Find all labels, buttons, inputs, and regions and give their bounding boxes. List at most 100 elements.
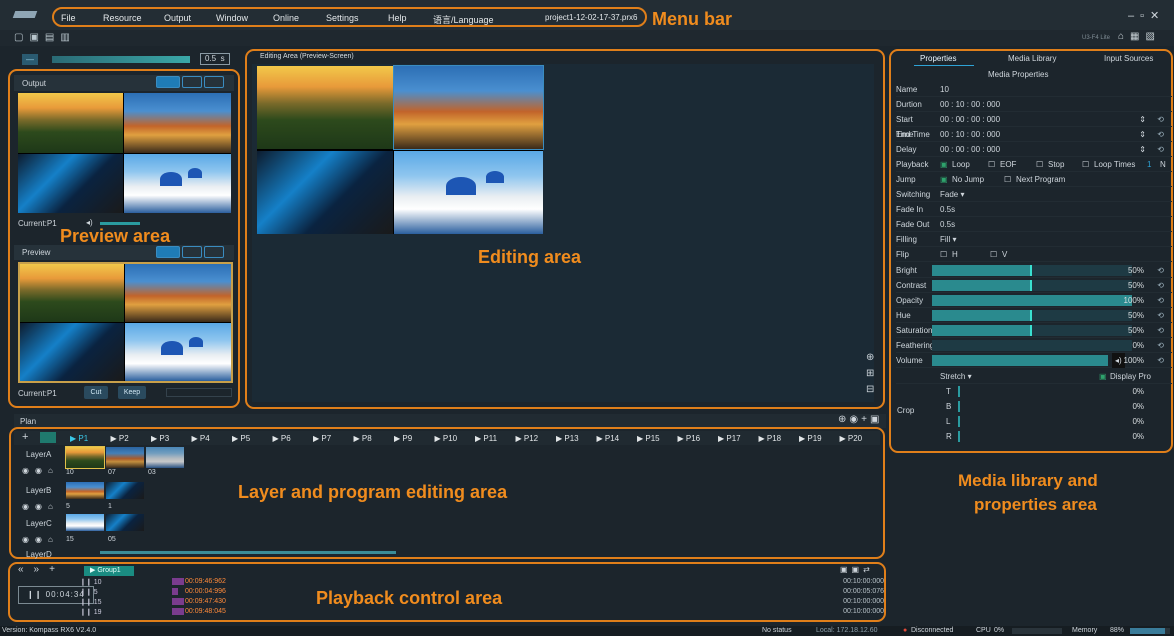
end-spin-icon[interactable]: ⇕: [1139, 127, 1146, 142]
keep-button[interactable]: Keep: [118, 386, 146, 399]
save-icon[interactable]: ▤: [45, 32, 60, 43]
stop-checkbox[interactable]: ☐: [1036, 157, 1043, 172]
flip-v-checkbox[interactable]: ☐: [990, 247, 997, 262]
program-tab-p11[interactable]: ▶ P11: [475, 433, 497, 445]
program-tab-p18[interactable]: ▶ P18: [759, 433, 782, 445]
opacity-reset-icon[interactable]: ⟲: [1157, 293, 1164, 308]
screen-icon[interactable]: ▧: [1146, 31, 1161, 42]
crosshair-icon[interactable]: ⊕: [866, 352, 874, 363]
loop-checkbox[interactable]: ▣: [940, 157, 948, 172]
program-tab-p7[interactable]: ▶ P7: [313, 433, 331, 445]
preview-view-split-button[interactable]: [182, 246, 202, 258]
playback-nav-icons[interactable]: «»+: [18, 564, 65, 575]
bright-reset-icon[interactable]: ⟲: [1157, 263, 1164, 278]
preview-view-multi-button[interactable]: [204, 246, 224, 258]
program-tab-p3[interactable]: ▶ P3: [151, 433, 169, 445]
end-reset-icon[interactable]: ⟲: [1157, 127, 1164, 142]
saturation-reset-icon[interactable]: ⟲: [1157, 323, 1164, 338]
loop-times-value[interactable]: 1: [1147, 157, 1151, 172]
transition-minus-button[interactable]: —: [22, 54, 38, 65]
print-icon[interactable]: ▥: [60, 32, 75, 43]
eof-checkbox[interactable]: ☐: [988, 157, 995, 172]
program-tab-p17[interactable]: ▶ P17: [718, 433, 741, 445]
prop-name-value[interactable]: 10: [940, 82, 949, 97]
zoom-in-icon[interactable]: ⊞: [866, 368, 874, 379]
feathering-slider[interactable]: [932, 340, 1132, 351]
layer-c-thumb-2[interactable]: [106, 514, 144, 531]
start-reset-icon[interactable]: ⟲: [1157, 112, 1164, 127]
prop-delay-value[interactable]: 00 : 00 : 00 : 000: [940, 142, 1000, 157]
minimize-icon[interactable]: –: [1128, 10, 1140, 22]
cut-button[interactable]: Cut: [84, 386, 108, 399]
contrast-slider[interactable]: [932, 280, 1132, 291]
program-tab-p9[interactable]: ▶ P9: [394, 433, 412, 445]
layer-b-thumb-2[interactable]: [106, 482, 144, 499]
program-tab-p14[interactable]: ▶ P14: [597, 433, 620, 445]
lock-icon[interactable]: ⌂: [1118, 31, 1130, 42]
layer-b-controls[interactable]: ◉◉⌂: [22, 502, 59, 511]
saturation-slider[interactable]: [932, 325, 1132, 336]
filling-select[interactable]: Fill ▾: [940, 232, 956, 247]
layer-a-controls[interactable]: ◉◉⌂: [22, 466, 59, 475]
program-grid-button[interactable]: [40, 432, 56, 443]
program-tab-p19[interactable]: ▶ P19: [799, 433, 822, 445]
program-tab-p16[interactable]: ▶ P16: [678, 433, 701, 445]
zoom-out-icon[interactable]: ⊟: [866, 384, 874, 395]
crop-slider[interactable]: [958, 386, 960, 397]
tab-media-library[interactable]: Media Library: [1008, 54, 1056, 63]
layer-b-thumb-1[interactable]: [66, 482, 104, 499]
fade-out-value[interactable]: 0.5s: [940, 217, 955, 232]
output-view-multi-button[interactable]: [204, 76, 224, 88]
output-view-single-button[interactable]: [156, 76, 180, 88]
new-icon[interactable]: ▢: [14, 32, 29, 43]
stretch-select[interactable]: Stretch ▾: [940, 369, 972, 384]
layer-a-thumb-3[interactable]: [146, 447, 184, 468]
delay-spin-icon[interactable]: ⇕: [1139, 142, 1146, 157]
tab-properties[interactable]: Properties: [920, 54, 956, 63]
program-tab-p5[interactable]: ▶ P5: [232, 433, 250, 445]
opacity-slider[interactable]: [932, 295, 1132, 306]
program-tab-p1[interactable]: ▶ P1: [70, 433, 88, 445]
open-icon[interactable]: ▣: [29, 32, 44, 43]
layer-c-controls[interactable]: ◉◉⌂: [22, 535, 59, 544]
output-view-split-button[interactable]: [182, 76, 202, 88]
volume-reset-icon[interactable]: ⟲: [1157, 353, 1164, 368]
program-tab-p6[interactable]: ▶ P6: [273, 433, 291, 445]
contrast-reset-icon[interactable]: ⟲: [1157, 278, 1164, 293]
tab-input-sources[interactable]: Input Sources: [1104, 54, 1153, 63]
switching-select[interactable]: Fade ▾: [940, 187, 964, 202]
layer-c-thumb-1[interactable]: [66, 514, 104, 531]
program-tab-p13[interactable]: ▶ P13: [556, 433, 579, 445]
restore-icon[interactable]: ▫: [1140, 10, 1150, 22]
group-tab[interactable]: ▶ Group1: [84, 566, 134, 576]
close-icon[interactable]: ✕: [1150, 10, 1165, 22]
flip-h-checkbox[interactable]: ☐: [940, 247, 947, 262]
layer-scrollbar[interactable]: [100, 551, 396, 554]
crop-slider[interactable]: [958, 431, 960, 442]
delay-reset-icon[interactable]: ⟲: [1157, 142, 1164, 157]
hue-reset-icon[interactable]: ⟲: [1157, 308, 1164, 323]
prop-end-value[interactable]: 00 : 10 : 00 : 000: [940, 127, 1000, 142]
crop-slider[interactable]: [958, 416, 960, 427]
plan-tool-icons[interactable]: ⊕◉+▣: [838, 414, 882, 425]
program-tab-p20[interactable]: ▶ P20: [840, 433, 863, 445]
layer-a-thumb-1[interactable]: [65, 446, 105, 469]
fade-in-value[interactable]: 0.5s: [940, 202, 955, 217]
display-pro-checkbox[interactable]: ▣: [1099, 369, 1107, 384]
feathering-reset-icon[interactable]: ⟲: [1157, 338, 1164, 353]
bright-slider[interactable]: [932, 265, 1132, 276]
program-tab-p8[interactable]: ▶ P8: [354, 433, 372, 445]
program-tab-p15[interactable]: ▶ P15: [637, 433, 660, 445]
prop-start-value[interactable]: 00 : 00 : 00 : 000: [940, 112, 1000, 127]
output-volume-slider[interactable]: [100, 222, 140, 225]
hue-slider[interactable]: [932, 310, 1132, 321]
volume-slider[interactable]: [932, 355, 1108, 366]
layer-a-thumb-2[interactable]: [106, 447, 144, 468]
program-tab-p4[interactable]: ▶ P4: [192, 433, 210, 445]
next-program-checkbox[interactable]: ☐: [1004, 172, 1011, 187]
program-tab-p12[interactable]: ▶ P12: [516, 433, 539, 445]
program-tab-p2[interactable]: ▶ P2: [111, 433, 129, 445]
playback-tool-icons[interactable]: ▣▣⇄: [840, 565, 874, 574]
crop-slider[interactable]: [958, 401, 960, 412]
start-spin-icon[interactable]: ⇕: [1139, 112, 1146, 127]
